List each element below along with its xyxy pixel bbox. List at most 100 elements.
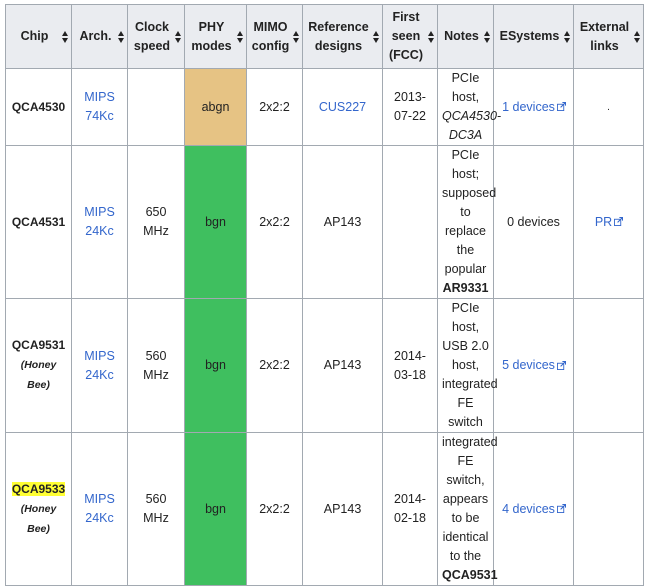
cell-notes: PCIe host; supposed to replace the popular AR9… [437, 145, 496, 299]
col-header-ref-label-1: Reference [308, 19, 369, 34]
cell-arch: MIPS 24Kc [71, 298, 128, 433]
col-header-external-links[interactable]: External links [573, 4, 644, 69]
chip-name: QCA4530 [11, 99, 66, 114]
first-seen-1: 2014- [394, 492, 426, 506]
sort-arrows-icon[interactable] [118, 30, 124, 43]
notes-line: DC3A [448, 128, 483, 142]
esystems-count: 0 devices [507, 214, 560, 229]
arch-link[interactable]: MIPS 24Kc [84, 349, 115, 382]
notes-line: AR9331 [442, 281, 489, 295]
clock-value: 560 [145, 492, 167, 506]
cell-arch: MIPS 74Kc [71, 68, 128, 146]
notes-line: PCIe host, [451, 71, 480, 104]
sort-arrows-icon[interactable] [293, 30, 299, 43]
cell-esystems: 1 devices [493, 68, 574, 146]
notes-line: integrated [442, 435, 498, 449]
col-header-phy-label-1: PHY [198, 19, 225, 34]
cell-arch: MIPS 24Kc [71, 145, 128, 299]
phy-mode: bgn [205, 358, 226, 372]
external-link-icon [556, 504, 566, 514]
col-header-esystems[interactable]: ESystems [493, 4, 574, 69]
first-seen-2: 03-18 [394, 367, 426, 382]
external-link-pr[interactable]: PR [595, 215, 624, 229]
notes-line: USB 2.0 [442, 339, 489, 353]
col-header-arch-label: Arch. [79, 29, 112, 43]
cell-first-seen [382, 145, 438, 299]
col-header-first-label-2: seen [391, 29, 421, 43]
notes-line: QCA9531 [442, 568, 498, 582]
sort-arrows-icon[interactable] [373, 30, 379, 43]
sort-arrows-icon[interactable] [564, 30, 570, 43]
notes-line: integrated [442, 377, 498, 391]
table-row: QCA9531 (Honey Bee) MIPS 24Kc 560 MHz bgn 2… [5, 298, 644, 433]
first-seen-1: 2013- [394, 90, 426, 104]
cell-clock [127, 68, 185, 146]
external-link-icon [556, 102, 566, 112]
notes-line: popular [444, 262, 487, 276]
cell-phy: bgn [184, 432, 247, 586]
notes-line: replace [445, 224, 486, 238]
ref-design: AP143 [323, 358, 362, 372]
col-header-esystems-label: ESystems [499, 29, 560, 43]
table-row: QCA4530 MIPS 74Kc abgn 2x2:2 CUS227 2013-… [5, 68, 644, 146]
col-header-ext-label-2: links [590, 38, 619, 53]
col-header-ref-label-2: designs [314, 38, 363, 53]
table-row: QCA4531 MIPS 24Kc 650 MHz bgn 2x2:2 AP143 … [5, 145, 644, 299]
mimo-config: 2x2:2 [259, 358, 290, 372]
arch-link[interactable]: MIPS 24Kc [84, 492, 115, 525]
first-seen-2: 07-22 [394, 109, 426, 123]
arch-link[interactable]: MIPS 74Kc [84, 90, 115, 123]
arch-link[interactable]: MIPS 24Kc [84, 205, 115, 238]
col-header-phy-label-2: modes [191, 38, 232, 53]
cell-phy: bgn [184, 298, 247, 433]
cell-chip: QCA4530 [5, 68, 72, 146]
col-header-arch[interactable]: Arch. [71, 4, 128, 69]
col-header-first-seen[interactable]: First seen (FCC) [382, 4, 438, 69]
cell-first-seen: 2013- 07-22 [382, 68, 438, 146]
cell-clock: 650 MHz [127, 145, 185, 299]
sort-arrows-icon[interactable] [484, 30, 490, 43]
sort-arrows-icon[interactable] [175, 30, 181, 43]
cell-ref: AP143 [302, 432, 383, 586]
cell-notes: PCIe host, USB 2.0 host, integrated FE switc… [437, 298, 498, 433]
notes-line: PCIe host, [451, 301, 480, 334]
col-header-notes-label: Notes [444, 29, 479, 43]
chip-name: QCA9531 [11, 338, 66, 352]
first-seen-2: 02-18 [394, 511, 426, 525]
chip-codename: (Honey Bee) [20, 359, 57, 391]
col-header-clock[interactable]: Clock speed [127, 4, 185, 69]
sort-arrows-icon[interactable] [634, 30, 640, 43]
notes-line: appears [442, 492, 489, 506]
cell-external-links [573, 298, 644, 433]
col-header-notes[interactable]: Notes [437, 4, 494, 69]
notes-line: host, [451, 358, 480, 372]
phy-mode: abgn [201, 99, 230, 114]
cell-clock: 560 MHz [127, 432, 185, 586]
col-header-mimo[interactable]: MIMO config [246, 4, 303, 69]
mimo-config: 2x2:2 [259, 501, 290, 516]
col-header-ref[interactable]: Reference designs [302, 4, 383, 69]
esystems-link[interactable]: 1 devices [502, 100, 566, 114]
col-header-phy[interactable]: PHY modes [184, 4, 247, 69]
col-header-clock-label-2: speed [133, 38, 171, 53]
cell-external-links [573, 432, 644, 586]
notes-line: PCIe host; [451, 148, 480, 181]
cell-esystems: 5 devices [493, 298, 574, 433]
notes-line: to the [449, 549, 482, 563]
esystems-link[interactable]: 5 devices [502, 358, 566, 372]
mimo-config: 2x2:2 [259, 99, 290, 114]
clock-unit: MHz [143, 367, 169, 382]
ref-design: AP143 [323, 214, 362, 229]
esystems-link[interactable]: 4 devices [502, 502, 566, 516]
col-header-mimo-label-1: MIMO [253, 19, 288, 34]
ref-design-link[interactable]: CUS227 [319, 100, 366, 114]
phy-mode: bgn [205, 501, 226, 516]
chip-name: QCA4531 [11, 214, 66, 229]
notes-line: FE switch, [446, 454, 485, 487]
cell-phy: abgn [184, 68, 247, 146]
sort-arrows-icon[interactable] [428, 30, 434, 43]
phy-mode: bgn [205, 214, 226, 229]
sort-arrows-icon[interactable] [62, 30, 68, 43]
col-header-chip[interactable]: Chip [5, 4, 72, 69]
sort-arrows-icon[interactable] [237, 30, 243, 43]
